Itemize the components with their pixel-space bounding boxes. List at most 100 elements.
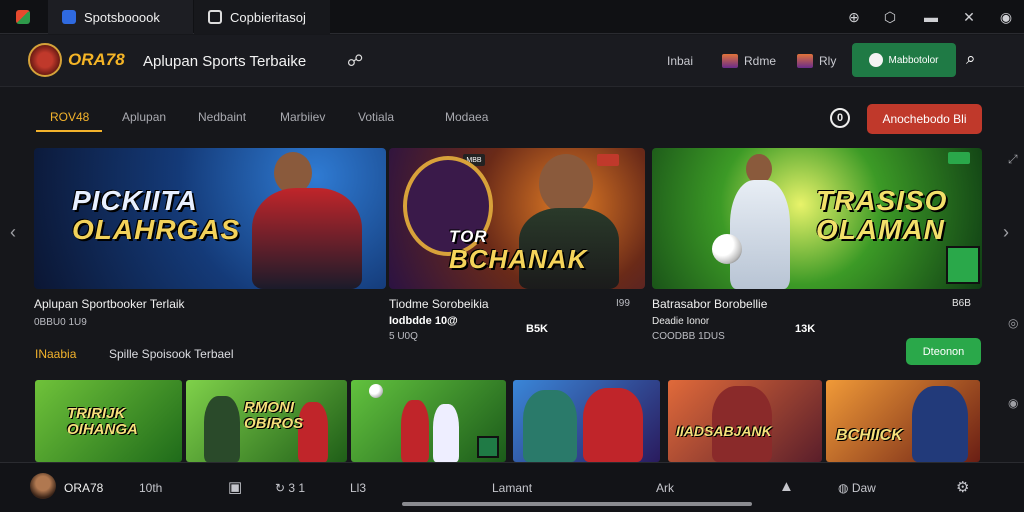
corner-logo-icon — [946, 246, 980, 284]
banner-side-value: B6B — [952, 298, 971, 309]
minimize-icon[interactable]: ▬ — [922, 8, 940, 26]
player-head — [539, 154, 593, 214]
shield-logo-icon — [28, 43, 62, 77]
bottom-item-daw[interactable]: ◍ Daw — [838, 481, 876, 495]
flag-icon — [722, 54, 738, 68]
section-label: INaabia — [35, 347, 77, 361]
live-badge-icon — [597, 154, 619, 166]
player-figure — [204, 396, 240, 462]
brand-name: ORA78 — [68, 50, 125, 69]
banner-subtext: Deadie Ionor — [652, 316, 710, 327]
banner-subtext: 5 U0Q — [389, 331, 418, 342]
soccer-ball-icon — [712, 234, 742, 264]
banner-side-value: 13K — [795, 323, 816, 335]
tab-secondary[interactable]: Copbieritasoj — [194, 0, 330, 34]
section-action-button[interactable]: Dteonon — [906, 338, 981, 365]
banner-side-value: I99 — [616, 298, 630, 309]
header-link-rly[interactable]: Rly — [797, 54, 836, 68]
chevron-left-icon[interactable]: ‹ — [10, 222, 16, 243]
tab-rov48[interactable]: ROV48 — [50, 110, 89, 124]
bottom-item-ark[interactable]: Ark — [656, 481, 674, 495]
bag-icon[interactable]: ▲ — [779, 478, 794, 495]
player-figure — [730, 180, 790, 289]
chevron-right-icon[interactable]: › — [1003, 222, 1009, 243]
game-thumb[interactable]: RMONI OBIROS — [186, 380, 347, 462]
game-thumb[interactable] — [351, 380, 506, 462]
banner-subtext: 0BBU0 1U9 — [34, 317, 87, 328]
chat-icon[interactable]: ☍ — [347, 51, 363, 71]
tab-aplupan[interactable]: Aplupan — [122, 110, 166, 124]
app-grid-icon[interactable] — [14, 8, 32, 26]
settings-icon[interactable]: ◎ — [1008, 316, 1018, 330]
player-figure — [252, 188, 362, 289]
zoom-icon[interactable]: ⊕ — [845, 8, 863, 26]
player-figure — [401, 400, 429, 462]
horizontal-scrollbar[interactable] — [402, 502, 752, 506]
browser-chrome: Spotsbooook Copbieritasoj ⊕ ⬡ ▬ ✕ ◉ — [0, 0, 1024, 34]
tab-label: Copbieritasoj — [230, 9, 306, 25]
player-figure — [523, 390, 577, 462]
promo-banner-2[interactable]: MBB TOR BCHANAK — [389, 148, 645, 289]
player-figure — [583, 388, 643, 462]
thumb-title: RMONI OBIROS — [244, 399, 304, 432]
window-icon[interactable]: ▣ — [228, 478, 242, 496]
thumb-title: TRIRIJK OIHANGA — [67, 405, 138, 438]
trophy-icon — [797, 54, 813, 68]
player-figure — [433, 404, 459, 462]
section-title: Spille Spoisook Terbael — [109, 347, 234, 361]
tab-label: Spotsbooook — [84, 9, 160, 25]
brand-logo[interactable]: ORA78 — [28, 43, 125, 77]
tab-votiala[interactable]: Votiala — [358, 110, 394, 124]
bottom-item-refresh[interactable]: ↻ 3 1 — [275, 481, 305, 495]
gear-icon: ◍ — [838, 481, 849, 495]
banner-title: TOR BCHANAK — [449, 227, 588, 274]
promo-banner-3[interactable]: TRASISO OLAMAN — [652, 148, 982, 289]
shield-icon — [869, 53, 884, 67]
game-thumb[interactable]: BCHIICK — [826, 380, 980, 462]
refresh-icon: ↻ — [275, 481, 286, 495]
search-icon[interactable]: ⌕ — [966, 49, 976, 69]
profile-icon[interactable]: ◉ — [997, 8, 1015, 26]
banner-title: PICKIITA OLAHRGAS — [72, 185, 241, 246]
site-header: ORA78 Aplupan Sports Terbaike ☍ Inbai Rd… — [0, 35, 1024, 87]
game-thumb[interactable]: IIADSABJANK — [668, 380, 822, 462]
thumb-title: BCHIICK — [836, 427, 903, 444]
bottom-brand[interactable]: ORA78 — [64, 481, 103, 495]
promo-banner-1[interactable]: PICKIITA OLAHRGAS — [34, 148, 386, 289]
header-link-inbox[interactable]: Inbai — [667, 54, 693, 68]
pin-icon[interactable]: ✕ — [960, 8, 978, 26]
corner-logo-icon — [477, 436, 499, 458]
header-tagline: Aplupan Sports Terbaike — [143, 53, 307, 70]
deposit-button[interactable]: Anochebodo Bli — [867, 104, 982, 134]
banner-caption: Aplupan Sportbooker Terlaik — [34, 297, 185, 311]
active-tab-underline — [36, 130, 102, 132]
thumb-title: IIADSABJANK — [676, 423, 772, 439]
header-link-rdme[interactable]: Rdme — [722, 54, 776, 68]
settings-icon[interactable]: ⚙ — [956, 478, 969, 496]
expand-icon[interactable]: ⤢ — [1008, 152, 1018, 167]
bottom-item-lamant[interactable]: Lamant — [492, 481, 532, 495]
bottom-count: 10th — [139, 481, 163, 495]
banner-title: TRASISO OLAMAN — [816, 185, 948, 246]
window-icon — [208, 10, 222, 24]
shield-icon — [62, 10, 76, 24]
game-thumb[interactable] — [513, 380, 660, 462]
tab-modaea[interactable]: Modaea — [445, 110, 488, 124]
player-figure — [912, 386, 968, 462]
header-cta-button[interactable]: Mabbotolor — [852, 43, 956, 77]
banner-caption: Batrasabor Borobellie — [652, 297, 768, 311]
banner-caption: Tiodme Sorobeikia — [389, 297, 489, 311]
avatar[interactable] — [30, 473, 56, 499]
banner-side-value: B5K — [526, 323, 549, 335]
banner-subtext: COODBB 1DUS — [652, 331, 725, 342]
tab-nedbaint[interactable]: Nedbaint — [198, 110, 246, 124]
game-thumb[interactable]: TRIRIJK OIHANGA — [35, 380, 182, 462]
live-badge-icon — [948, 152, 970, 164]
bottom-item-ll3[interactable]: Ll3 — [350, 481, 366, 495]
info-icon[interactable]: 0 — [830, 108, 850, 128]
share-icon[interactable]: ⬡ — [881, 8, 899, 26]
tab-sportsbook[interactable]: Spotsbooook — [48, 0, 193, 34]
tab-marbiiev[interactable]: Marbiiev — [280, 110, 325, 124]
record-icon[interactable]: ◉ — [1008, 396, 1018, 410]
soccer-ball-icon — [369, 384, 383, 398]
